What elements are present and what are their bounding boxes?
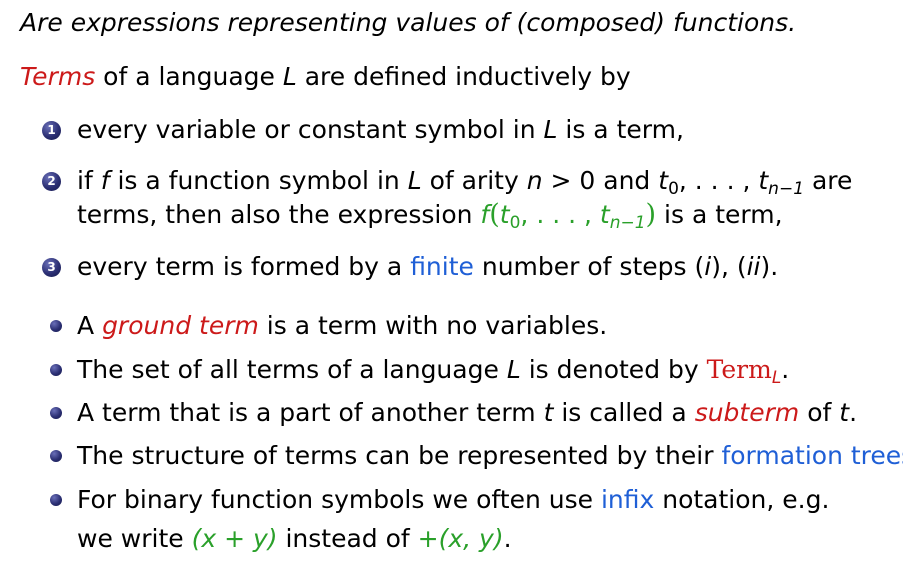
enum2-t0-sub: 0 [668,179,679,199]
expr-open: ( [489,199,500,230]
formation-trees-link[interactable]: formation trees [721,441,903,470]
bullet2-b: is denoted by [520,355,707,384]
bullet-marker-3 [50,407,62,419]
enum2-expression: f(t0, . . . , tn−1) [480,199,657,234]
expr-t0-sub: 0 [509,213,521,233]
bullet2-c: . [781,355,790,384]
enum-item-2-line1: if f is a function symbol in L of arity … [77,166,852,204]
enum2-gt: > 0 and [542,166,659,195]
enum-item-2-line2: terms, then also the expression f(t0, . … [77,200,783,238]
enum3-steps: number of steps ( [473,252,705,281]
infix-expression: (x + y) [191,524,278,553]
definition-tail: are defined inductively by [296,62,631,91]
expr-tn-sub: n−1 [609,213,646,233]
bullet-marker-2 [50,364,62,376]
definition-line: Terms of a language L are defined induct… [20,62,631,92]
enum1-text: every variable or constant symbol in [77,115,544,144]
bullet2-a: The set of all terms of a language [77,355,507,384]
subterm-emphasis: subterm [694,398,800,427]
bullet1-b: is a term with no variables. [258,311,608,340]
bullet-item-3: A term that is a part of another term t … [77,398,857,428]
enum2-text: is a function symbol in [109,166,408,195]
ground-term-emphasis: ground term [102,311,259,340]
expr-tn: t [599,200,610,229]
enum3-ii: ii [746,252,761,281]
bullet-item-2: The set of all terms of a language L is … [77,355,789,393]
enum3-text: every term is formed by a [77,252,411,281]
enum1-tail: is a term, [557,115,684,144]
enum2-arity: of arity [421,166,527,195]
enum2-t0: t [658,166,669,195]
enum2-line2-tail: is a term, [656,200,783,229]
expr-dots: , . . . , [520,200,600,229]
enum-item-1: every variable or constant symbol in L i… [77,115,684,145]
bullet3-d: . [849,398,858,427]
bullet4-a: The structure of terms can be represente… [77,441,722,470]
bullet2-L: L [506,355,521,384]
bullet1-a: A [77,311,103,340]
enum2-line2-text: terms, then also the expression [77,200,481,229]
bullet-item-4: The structure of terms can be represente… [77,441,903,471]
enum-marker-2: 2 [42,172,61,191]
enum2-tn: t [758,166,769,195]
bullet-marker-4 [50,450,62,462]
expr-close: ) [645,199,657,230]
bullet-item-1: A ground term is a term with no variable… [77,311,607,341]
finite-link[interactable]: finite [410,252,474,281]
enum3-end: ). [760,252,779,281]
enum2-L: L [407,166,422,195]
bullet3-a: A term that is a part of another term [77,398,544,427]
term-notation: Term [706,355,772,384]
prefix-expression: +(x, y) [417,524,504,553]
bullet-item-5-line1: For binary function symbols we often use… [77,485,829,515]
terms-word: Terms [20,62,96,91]
enum-marker-1: 1 [42,121,61,140]
bullet-marker-1 [50,320,62,332]
term-notation-sub: L [771,368,782,388]
bullet3-t: t [543,398,554,427]
bullet3-t2: t [839,398,850,427]
enum3-sep: ), ( [711,252,747,281]
bullet-item-5-line2: we write (x + y) instead of +(x, y). [77,524,512,554]
bullet5-instead: instead of [277,524,418,553]
language-symbol: L [282,62,297,91]
bullet-marker-5 [50,494,62,506]
enum-marker-3: 3 [42,258,61,277]
bullet5-b: notation, e.g. [654,485,830,514]
definition-text: of a language [95,62,283,91]
infix-link[interactable]: infix [601,485,654,514]
expr-f: f [480,200,490,229]
expr-t0: t [499,200,510,229]
bullet3-c: of [799,398,840,427]
enum2-f: f [100,166,110,195]
bullet5-a: For binary function symbols we often use [77,485,601,514]
intro-text: Are expressions representing values of (… [20,8,797,37]
bullet5-we-write: we write [77,524,192,553]
enum2-are: are [804,166,853,195]
enum1-L: L [543,115,558,144]
enum-item-3: every term is formed by a finite number … [77,252,778,282]
enum2-dots: , . . . , [678,166,759,195]
enum2-n: n [526,166,543,195]
enum2-tn-sub: n−1 [768,179,805,199]
bullet5-end: . [503,524,512,553]
enum2-if: if [77,166,101,195]
bullet3-b: is called a [553,398,695,427]
